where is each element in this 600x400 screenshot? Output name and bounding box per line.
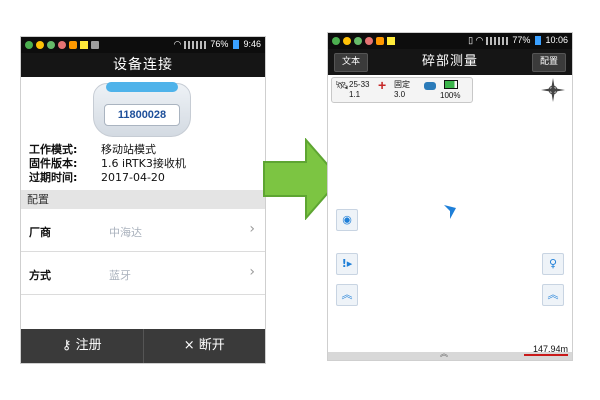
info-row-firmware: 固件版本: 1.6 iRTK3接收机 (29, 157, 257, 171)
receiver-icon (424, 82, 436, 90)
wifi-icon: ◠ (475, 35, 484, 45)
disconnect-label: 断开 (198, 338, 225, 353)
device-serial: 11800028 (104, 104, 180, 126)
scale-bar (524, 354, 568, 356)
app-icon (25, 41, 33, 49)
config-section-header: 配置 (21, 190, 265, 209)
warning-icon (80, 41, 88, 49)
config-value: 中海达 (109, 226, 142, 239)
app-icon (47, 41, 55, 49)
info-row-mode: 工作模式: 移动站模式 (29, 143, 257, 157)
config-label: 厂商 (29, 226, 51, 239)
satellite-count: 25-33 (349, 80, 370, 89)
fix-status: 固定 (394, 80, 410, 89)
app-icon (36, 41, 44, 49)
text-button[interactable]: 文本 (334, 53, 369, 72)
alert-icon: !▸ (341, 257, 353, 270)
status-indicators: ◠ 76% 9:46 (174, 39, 261, 50)
key-icon: ⚷ (61, 338, 72, 353)
expand-left-button[interactable]: ︽ (336, 284, 358, 306)
config-item-method[interactable]: 方式 蓝牙 › (21, 252, 265, 295)
compass-icon[interactable] (540, 77, 566, 103)
pin-icon: ♀ (548, 257, 558, 270)
clock: 9:46 (243, 39, 261, 49)
expand-right-button[interactable]: ︽ (542, 284, 564, 306)
gnss-receiver-icon: 11800028 (93, 82, 191, 137)
app-icon (376, 37, 384, 45)
status-indicators: ▯ ◠ 77% 10:06 (468, 35, 568, 46)
vibrate-icon: ▯ (468, 35, 474, 45)
status-bar: ◠ 76% 9:46 (21, 37, 265, 53)
chevron-up-double-icon: ︽ (547, 288, 559, 301)
config-value: 蓝牙 (109, 269, 131, 282)
register-button[interactable]: ⚷ 注册 (21, 329, 143, 363)
signal-icon (195, 40, 206, 49)
chevron-right-icon: › (249, 221, 255, 237)
satellite-icon: 🛰 (335, 80, 349, 92)
signal-icon (485, 36, 496, 45)
fix-accuracy: 3.0 (394, 90, 406, 99)
alert-button[interactable]: !▸ (336, 253, 358, 275)
location-pin-icon: ◉ (342, 213, 352, 226)
satellite-pdop: 1.1 (349, 90, 361, 99)
device-connect-screen: ◠ 76% 9:46 设备连接 11800028 工作模式: 移动站模式 固件版本… (20, 36, 266, 364)
app-icon (58, 41, 66, 49)
close-icon: × (183, 338, 195, 353)
battery-icon (534, 36, 541, 46)
info-label: 过期时间: (29, 171, 78, 184)
usb-icon (91, 41, 99, 49)
signal-icon (183, 40, 194, 49)
battery-percent: 76% (210, 39, 229, 49)
chevron-right-icon: › (249, 264, 255, 280)
page-title: 设备连接 (21, 53, 265, 77)
device-battery: 100% (440, 91, 461, 100)
chevron-up-icon: ︽ (440, 349, 448, 358)
disconnect-button[interactable]: × 断开 (142, 329, 266, 363)
register-label: 注册 (75, 338, 102, 353)
map-scale: 147.94m (532, 344, 568, 354)
app-icon (69, 41, 77, 49)
crosshair-icon: + (378, 77, 387, 93)
app-icon (365, 37, 373, 45)
app-icon (354, 37, 362, 45)
info-value: 2017-04-20 (101, 171, 165, 184)
info-label: 工作模式: (29, 143, 78, 156)
config-button[interactable]: 配置 (531, 53, 566, 72)
current-position-icon (444, 205, 456, 219)
title-bar: 碎部测量 文本 配置 (328, 49, 572, 75)
status-bar: ▯ ◠ 77% 10:06 (328, 33, 572, 49)
app-icon (343, 37, 351, 45)
clock: 10:06 (545, 35, 568, 45)
config-item-manufacturer[interactable]: 厂商 中海达 › (21, 209, 265, 252)
app-icon (332, 37, 340, 45)
wifi-icon: ◠ (173, 39, 182, 49)
chevron-up-double-icon: ︽ (341, 288, 353, 301)
map-canvas[interactable]: 🛰 25-33 1.1 + 固定 3.0 100% ◉ !▸ ︽ ♀ ︽ ︽ 1… (328, 75, 572, 360)
battery-icon (232, 40, 239, 50)
survey-screen: ▯ ◠ 77% 10:06 碎部测量 文本 配置 🛰 25-33 1.1 + 固… (327, 32, 573, 361)
gnss-status-panel[interactable]: 🛰 25-33 1.1 + 固定 3.0 100% (331, 77, 473, 103)
locate-button[interactable]: ◉ (336, 209, 358, 231)
bottom-action-bar: ⚷ 注册 × 断开 (21, 329, 265, 363)
battery-percent: 77% (512, 35, 531, 45)
info-value: 1.6 iRTK3接收机 (101, 157, 186, 170)
stakeout-button[interactable]: ♀ (542, 253, 564, 275)
config-label: 方式 (29, 269, 51, 282)
device-info: 工作模式: 移动站模式 固件版本: 1.6 iRTK3接收机 过期时间: 2017-0… (21, 143, 265, 185)
battery-icon (444, 80, 458, 89)
info-value: 移动站模式 (101, 143, 156, 156)
info-label: 固件版本: (29, 157, 78, 170)
device-image: 11800028 (21, 77, 265, 143)
info-row-expiry: 过期时间: 2017-04-20 (29, 171, 257, 185)
warning-icon (387, 37, 395, 45)
signal-icon (497, 36, 508, 45)
